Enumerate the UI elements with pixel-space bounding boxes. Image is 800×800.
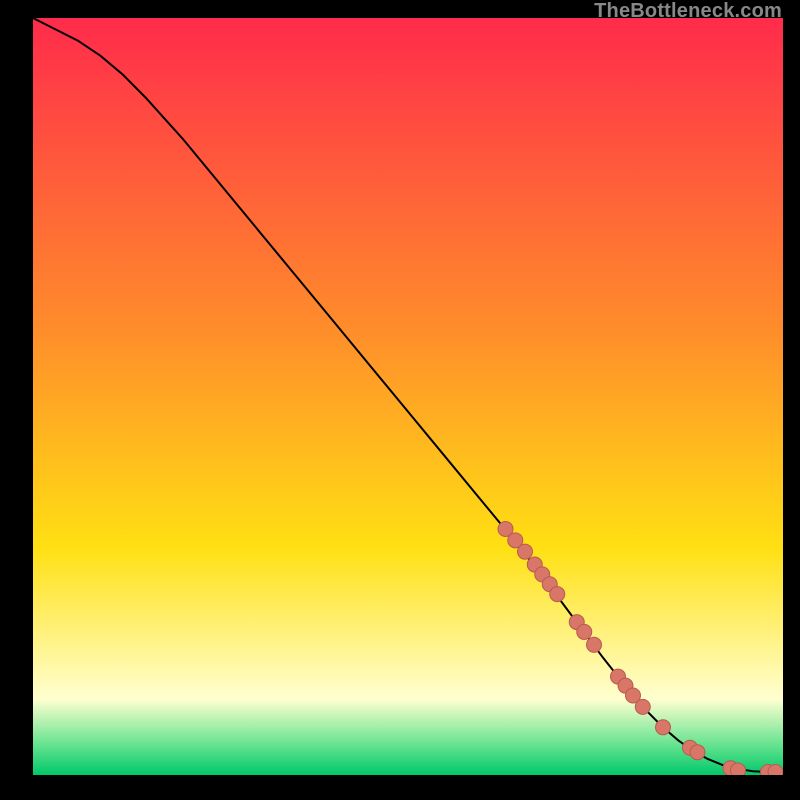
chart-stage: TheBottleneck.com (0, 0, 800, 800)
watermark-text: TheBottleneck.com (594, 0, 782, 23)
data-marker (690, 745, 705, 760)
data-marker (577, 624, 592, 639)
data-marker (635, 699, 650, 714)
data-marker (550, 587, 565, 602)
gradient-background (33, 18, 783, 775)
data-marker (587, 637, 602, 652)
chart-plot (33, 18, 783, 775)
data-marker (768, 764, 783, 775)
data-marker (518, 544, 533, 559)
data-marker (656, 720, 671, 735)
data-marker (731, 763, 746, 775)
